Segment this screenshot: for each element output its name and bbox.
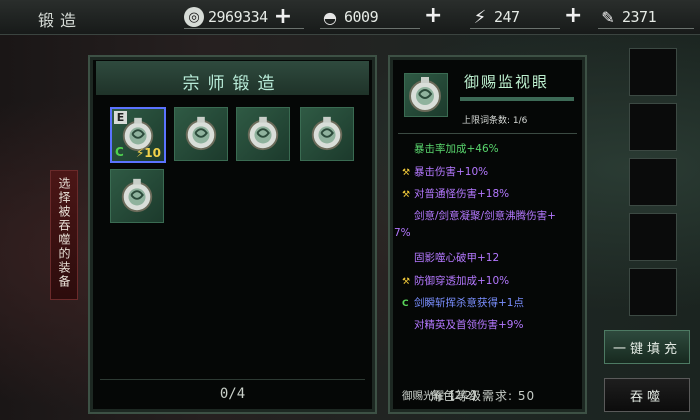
- stat-line: 对精英及首领伤害+9%: [414, 319, 524, 331]
- attribute-limit: 上限词条数: 1/6: [462, 116, 528, 126]
- resource-silver: ◓ 6009: [320, 6, 379, 28]
- refresh-icon: C: [115, 145, 124, 159]
- top-bar: 锻造 ◎ 2969334 + ◓ 6009 + ⚡ 247 + ✎ 2371: [0, 0, 700, 35]
- coin-value: 2969334: [208, 8, 268, 26]
- empty-slot[interactable]: [629, 48, 677, 96]
- coin-icon: ◎: [184, 7, 204, 27]
- equipped-badge: E: [114, 111, 127, 124]
- upgrade-icon: ⚒: [402, 277, 411, 287]
- divider: [184, 28, 304, 29]
- divider: [598, 28, 694, 29]
- devour-button[interactable]: 吞噬: [604, 378, 690, 412]
- panel-header: 宗师锻造: [96, 61, 369, 95]
- add-coin-button[interactable]: +: [274, 6, 292, 28]
- refresh-icon: C: [402, 299, 409, 309]
- stat-line: ⚒ 对普通怪伤害+18%: [402, 188, 510, 200]
- banner-text: 选择被吞噬的装备: [57, 177, 71, 289]
- panel-title: 宗师锻造: [182, 74, 283, 94]
- energy-value: 247: [494, 8, 520, 26]
- equipment-slot[interactable]: E C ⚡10: [110, 107, 166, 163]
- page-title: 锻造: [38, 11, 83, 30]
- amulet-icon: [311, 116, 343, 151]
- stat-line: 暴击率加成+46%: [414, 143, 499, 155]
- amulet-icon: [121, 178, 153, 213]
- lightning-icon: ⚡: [473, 6, 487, 28]
- amulet-icon: [409, 77, 441, 112]
- level-requirement: 角色等级需求: 50: [430, 389, 536, 403]
- stat-line: C 剑瞬斩挥杀意获得+1点: [402, 297, 524, 309]
- divider: [100, 379, 365, 380]
- select-devour-banner: 选择被吞噬的装备: [50, 170, 78, 300]
- resource-energy: ⚡ 247: [470, 6, 520, 28]
- resource-coin: ◎ 2969334 +: [184, 6, 292, 28]
- empty-slot[interactable]: [629, 268, 677, 316]
- equipment-slot[interactable]: [236, 107, 290, 161]
- equipment-slot[interactable]: [300, 107, 354, 161]
- selection-count: 0/4: [219, 386, 246, 402]
- stat-line: ⚒ 防御穿透加成+10%: [402, 275, 510, 287]
- upgrade-icon: ⚒: [402, 168, 411, 178]
- empty-slot[interactable]: [629, 213, 677, 261]
- level-label: ⚡10: [135, 146, 161, 160]
- equipment-slot[interactable]: [110, 169, 164, 223]
- amulet-icon: [185, 116, 217, 151]
- item-icon[interactable]: [404, 73, 448, 117]
- divider: [470, 28, 560, 29]
- forge-panel: 宗师锻造 E C ⚡10 0/4: [88, 55, 377, 414]
- name-underline: [460, 97, 574, 101]
- divider: [398, 133, 577, 134]
- stat-line: 剑意/剑意凝聚/剑意沸腾伤害+: [414, 210, 556, 222]
- silver-ingot-icon: ◓: [323, 7, 337, 27]
- amulet-icon: [247, 116, 279, 151]
- equipment-slot[interactable]: [174, 107, 228, 161]
- stat-line: 固影噬心破甲+12: [414, 252, 500, 264]
- empty-slot[interactable]: [629, 103, 677, 151]
- divider: [320, 28, 420, 29]
- empty-slot[interactable]: [629, 158, 677, 206]
- item-detail-panel: 御赐监视眼 上限词条数: 1/6 暴击率加成+46% ⚒ 暴击伤害+10% ⚒ 对普…: [388, 55, 587, 414]
- ticket-value: 2371: [622, 8, 657, 26]
- upgrade-icon: ⚒: [402, 190, 411, 200]
- auto-fill-button[interactable]: 一键填充: [604, 330, 690, 364]
- stat-line: 7%: [394, 227, 411, 239]
- stat-line: ⚒ 暴击伤害+10%: [402, 166, 489, 178]
- silver-value: 6009: [344, 8, 379, 26]
- item-name: 御赐监视眼: [464, 73, 550, 91]
- add-silver-button[interactable]: +: [424, 3, 442, 28]
- ticket-icon: ✎: [601, 7, 615, 27]
- resource-ticket: ✎ 2371: [598, 6, 656, 28]
- add-energy-button[interactable]: +: [564, 3, 582, 28]
